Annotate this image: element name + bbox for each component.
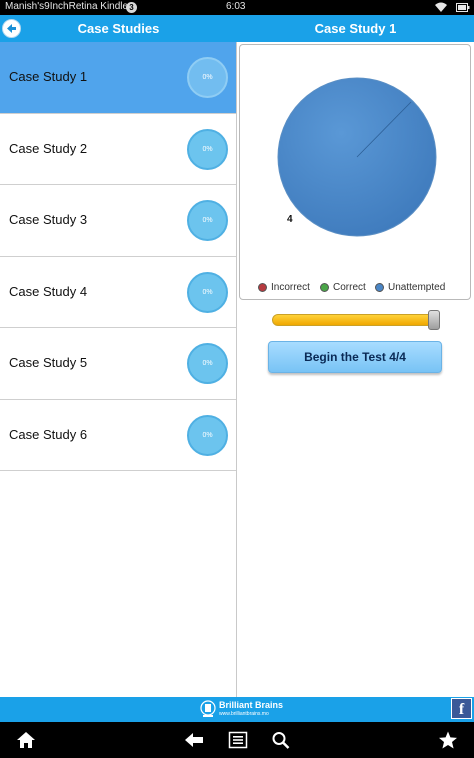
progress-badge: 0% <box>187 200 228 241</box>
progress-badge: 0% <box>187 128 228 170</box>
case-study-label: Case Study 4 <box>9 283 88 299</box>
case-study-item-6[interactable]: Case Study 6 0% <box>0 399 236 471</box>
battery-icon <box>456 3 470 12</box>
brand-name: Brilliant Brains <box>219 700 284 710</box>
pie-chart-canvas: 4 <box>277 77 437 237</box>
clock: 6:03 <box>226 1 246 12</box>
legend-dot-unattempted <box>375 283 384 292</box>
case-study-label: Case Study 3 <box>9 212 88 227</box>
case-study-label: Case Study 6 <box>9 426 88 442</box>
current-case-title: Case Study 1 <box>314 21 397 36</box>
legend-item-incorrect: Incorrect <box>258 282 310 293</box>
begin-test-button[interactable]: Begin the Test 4/4 <box>268 341 442 373</box>
menu-icon[interactable] <box>228 731 248 749</box>
case-study-item-3[interactable]: Case Study 3 0% <box>0 185 236 257</box>
header-bar: Case Studies Case Study 1 <box>0 15 474 42</box>
case-study-label: Case Study 1 <box>9 69 88 84</box>
wifi-icon <box>435 2 447 12</box>
home-icon[interactable] <box>16 731 36 749</box>
search-icon[interactable] <box>271 731 291 749</box>
case-study-item-2[interactable]: Case Study 2 0% <box>0 113 236 185</box>
case-studies-title: Case Studies <box>77 21 160 36</box>
legend-dot-correct <box>320 283 329 292</box>
progress-badge: 0% <box>187 343 228 384</box>
legend-label: Incorrect <box>271 282 310 293</box>
case-study-item-1[interactable]: Case Study 1 0% <box>0 42 236 114</box>
notification-badge: 3 <box>126 2 137 13</box>
progress-badge: 0% <box>187 414 228 456</box>
star-icon[interactable] <box>438 731 458 749</box>
case-study-label: Case Study 2 <box>9 140 88 156</box>
legend-item-correct: Correct <box>320 282 366 293</box>
question-count-slider[interactable] <box>272 314 440 326</box>
device-name: Manish's9InchRetina Kindle <box>5 1 129 12</box>
case-study-list: Case Study 1 0% Case Study 2 0% Case Stu… <box>0 42 237 697</box>
progress-badge: 0% <box>187 57 228 98</box>
results-pie-chart: 4 Incorrect Correct Unattempted <box>239 44 471 300</box>
legend-dot-incorrect <box>258 283 267 292</box>
legend-label: Correct <box>333 282 366 293</box>
case-study-item-5[interactable]: Case Study 5 0% <box>0 328 236 400</box>
case-study-label: Case Study 5 <box>9 355 88 370</box>
legend-label: Unattempted <box>388 282 446 293</box>
pie-slice-label: 4 <box>287 214 293 225</box>
system-nav-bar <box>0 722 474 758</box>
facebook-icon[interactable]: f <box>451 698 472 719</box>
legend-item-unattempted: Unattempted <box>375 282 445 293</box>
brand-link[interactable]: Brilliant Brains www.brilliantbrains.mo <box>200 699 284 719</box>
slider-handle[interactable] <box>428 310 440 330</box>
status-bar: Manish's9InchRetina Kindle 3 6:03 <box>0 0 474 15</box>
progress-badge: 0% <box>187 271 228 313</box>
brand-logo-icon <box>200 700 216 717</box>
back-icon[interactable] <box>184 731 204 749</box>
chart-legend: Incorrect Correct Unattempted <box>240 282 472 298</box>
footer-bar: Brilliant Brains www.brilliantbrains.mo … <box>0 697 474 722</box>
brand-url: www.brilliantbrains.mo <box>219 711 269 717</box>
case-study-item-4[interactable]: Case Study 4 0% <box>0 256 236 328</box>
